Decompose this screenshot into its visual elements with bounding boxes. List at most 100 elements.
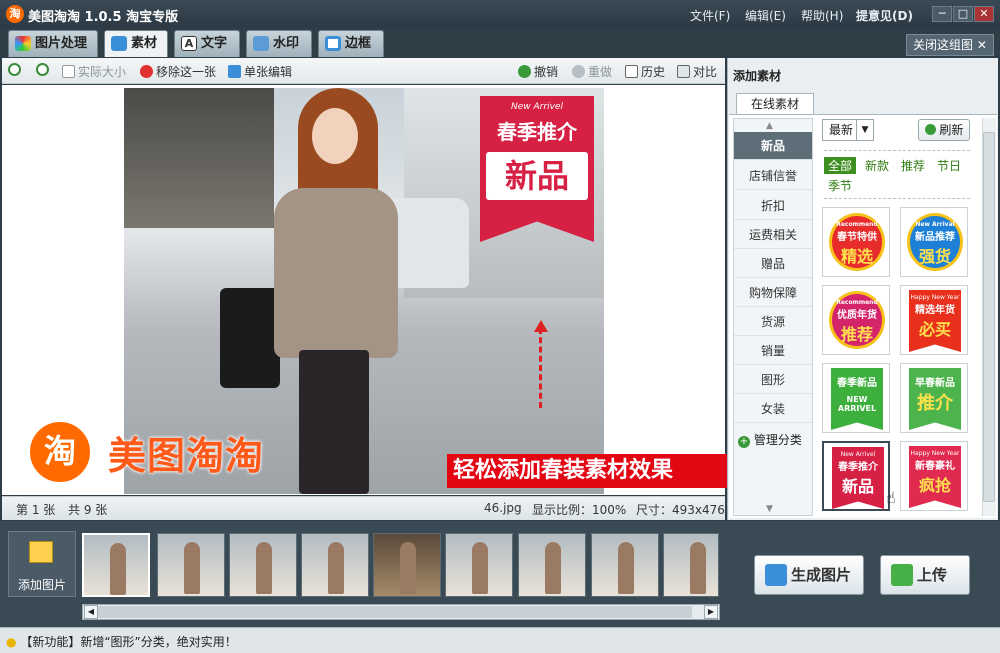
tab-text[interactable]: A 文字 (174, 30, 240, 57)
dashed-arrow-up (539, 328, 543, 408)
filename: 46.jpg (484, 501, 522, 515)
tip-label: 【新功能】新增“图形”分类，绝对实用！ (20, 635, 237, 649)
film-thumb[interactable] (229, 533, 297, 597)
film-thumb[interactable] (591, 533, 659, 597)
divider (824, 150, 970, 151)
material-thumb[interactable]: Happy New Year 精选年货 必买 (900, 285, 968, 355)
history-button[interactable]: 历史 (625, 63, 665, 80)
manage-categories-button[interactable]: + 管理分类 (738, 431, 802, 448)
material-icon (111, 36, 127, 51)
material-thumb[interactable]: Recommend 春节特供 精选 (822, 207, 890, 277)
category-item[interactable]: 货源 (734, 308, 812, 336)
app-logo-icon: 淘 (6, 5, 24, 23)
film-thumb[interactable] (518, 533, 586, 597)
category-item[interactable]: 新品 (734, 132, 812, 160)
material-thumb[interactable]: 春季新品 NEW ARRIVEL (822, 363, 890, 433)
zoom-out-icon[interactable] (36, 63, 52, 77)
photo-model-sweater (274, 188, 398, 358)
panel-scrollbar-thumb[interactable] (983, 132, 995, 502)
tab-frame[interactable]: 边框 (318, 30, 384, 57)
filter-recommend[interactable]: 推荐 (901, 157, 925, 174)
lightbulb-icon: ● (6, 635, 17, 649)
sticker-main-text: 春季推介 (497, 120, 577, 144)
tab-label: 文字 (201, 36, 228, 51)
material-thumb[interactable]: Recommend 优质年货 推荐 (822, 285, 890, 355)
film-thumb[interactable] (663, 533, 719, 597)
category-item[interactable]: 赠品 (734, 250, 812, 278)
generate-image-button[interactable]: 生成图片 (754, 555, 864, 595)
tab-material[interactable]: 素材 (104, 30, 168, 57)
photo-model-legs (299, 350, 369, 494)
filter-season[interactable]: 季节 (828, 177, 852, 194)
generate-label: 生成图片 (791, 566, 852, 584)
upload-button[interactable]: 上传 (880, 555, 970, 595)
maximize-button[interactable]: □ (953, 6, 973, 22)
chevron-down-icon[interactable]: ▼ (856, 120, 873, 140)
sticker-big-text: 新品 (486, 152, 588, 200)
material-thumb[interactable]: Happy New Year 新春豪礼 疯抢 (900, 441, 968, 511)
photo-model-face (312, 108, 358, 164)
frame-icon (325, 36, 341, 51)
single-edit-button[interactable]: 单张编辑 (228, 63, 292, 80)
compare-button[interactable]: 对比 (677, 63, 717, 80)
history-label: 历史 (641, 65, 666, 79)
category-item[interactable]: 店铺信誉 (734, 162, 812, 190)
panel-title: 添加素材 (733, 69, 782, 83)
category-item[interactable]: 图形 (734, 366, 812, 394)
refresh-label: 刷新 (939, 123, 964, 137)
category-item[interactable]: 购物保障 (734, 279, 812, 307)
minimize-button[interactable]: ─ (932, 6, 952, 22)
refresh-button[interactable]: 刷新 (918, 119, 970, 141)
scroll-left-icon[interactable]: ◀ (84, 605, 98, 619)
actual-size-button[interactable]: 实际大小 (62, 63, 126, 80)
add-photo-label: 添加图片 (17, 578, 66, 592)
film-thumb[interactable] (82, 533, 150, 597)
undo-icon (518, 65, 531, 78)
menu-feedback[interactable]: 提意见(D) (856, 7, 913, 24)
compare-label: 对比 (693, 65, 718, 79)
menu-help[interactable]: 帮助(H) (801, 7, 843, 24)
category-item[interactable]: 运费相关 (734, 221, 812, 249)
upload-label: 上传 (917, 566, 948, 584)
scroll-down-icon[interactable]: ▼ (766, 504, 773, 514)
filter-all[interactable]: 全部 (824, 157, 857, 174)
page-indicator: 第 1 张 (16, 503, 56, 517)
add-photo-icon (29, 541, 53, 563)
material-thumb[interactable]: 早春新品 推介 (900, 363, 968, 433)
scroll-right-icon[interactable]: ▶ (704, 605, 718, 619)
tab-image-processing[interactable]: 图片处理 (8, 30, 98, 57)
menu-file[interactable]: 文件(F) (690, 7, 730, 24)
film-thumb[interactable] (445, 533, 513, 597)
film-thumb[interactable] (373, 533, 441, 597)
close-group-button[interactable]: 关闭这组图 ✕ (906, 34, 994, 56)
category-item[interactable]: 女装 (734, 395, 812, 423)
film-thumb[interactable] (301, 533, 369, 597)
undo-button[interactable]: 撤销 (518, 63, 558, 80)
tab-watermark[interactable]: 水印 (246, 30, 312, 57)
menu-edit[interactable]: 编辑(E) (745, 7, 786, 24)
sticker-top-text: New Arrivel (511, 102, 563, 112)
zoom-in-icon[interactable] (8, 63, 24, 77)
photo-wall (124, 88, 274, 228)
scroll-up-icon[interactable]: ▲ (766, 121, 773, 131)
generate-icon (765, 564, 787, 586)
filter-new[interactable]: 新款 (865, 157, 889, 174)
material-thumb[interactable]: New Arrival 新品推荐 强货 (900, 207, 968, 277)
tip-text[interactable]: ● 【新功能】新增“图形”分类，绝对实用！ (6, 633, 237, 650)
tab-online-material[interactable]: 在线素材 (736, 93, 814, 115)
watermark-icon (253, 36, 269, 51)
compare-icon (677, 65, 690, 78)
plus-icon: + (738, 436, 750, 448)
meitu-logo-text: 美图淘淘 (108, 434, 265, 478)
close-button[interactable]: ✕ (974, 6, 994, 22)
filter-festival[interactable]: 节日 (937, 157, 961, 174)
actual-size-label: 实际大小 (78, 65, 127, 79)
edit-icon (228, 65, 241, 78)
filmstrip-scrollbar-thumb[interactable] (98, 606, 692, 618)
redo-button[interactable]: 重做 (572, 63, 612, 80)
remove-one-button[interactable]: 移除这一张 (140, 63, 216, 80)
category-item[interactable]: 折扣 (734, 192, 812, 220)
film-thumb[interactable] (157, 533, 225, 597)
category-item[interactable]: 销量 (734, 337, 812, 365)
material-thumb-selected[interactable]: New Arrivel 春季推介 新品 (822, 441, 890, 511)
